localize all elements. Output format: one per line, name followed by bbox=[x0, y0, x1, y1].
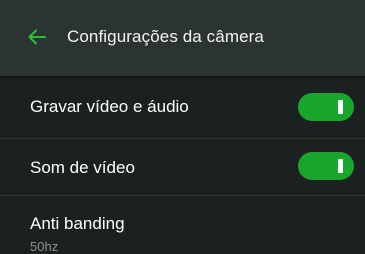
arrow-left-icon bbox=[28, 29, 46, 45]
setting-label: Anti banding bbox=[30, 214, 125, 233]
setting-record-video-audio[interactable]: Gravar vídeo e áudio bbox=[0, 76, 365, 138]
setting-video-sound[interactable]: Som de vídeo bbox=[0, 139, 365, 195]
toggle-knob bbox=[338, 100, 343, 114]
record-video-audio-toggle[interactable] bbox=[298, 93, 354, 121]
back-button[interactable] bbox=[26, 26, 48, 48]
setting-anti-banding[interactable]: Anti banding 50hz bbox=[0, 196, 365, 254]
setting-label: Som de vídeo bbox=[30, 158, 135, 177]
toggle-knob bbox=[338, 159, 343, 173]
page-title: Configurações da câmera bbox=[67, 27, 264, 46]
app-header: Configurações da câmera bbox=[0, 0, 365, 76]
setting-label: Gravar vídeo e áudio bbox=[30, 97, 189, 116]
video-sound-toggle[interactable] bbox=[298, 152, 354, 180]
